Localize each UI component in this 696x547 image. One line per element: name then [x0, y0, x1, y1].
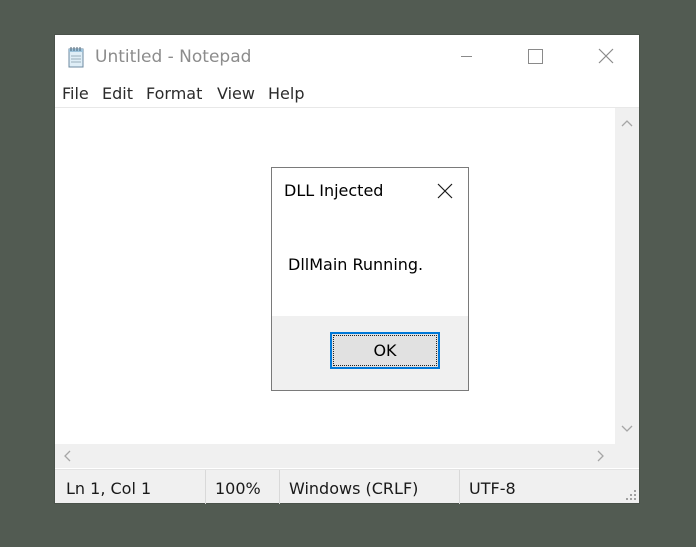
menu-view[interactable]: View — [217, 84, 255, 103]
window-title: Untitled - Notepad — [95, 47, 252, 67]
minimize-icon — [461, 56, 472, 57]
status-encoding: UTF-8 — [469, 479, 516, 498]
vertical-scrollbar[interactable] — [615, 108, 639, 444]
message-box-dialog: DLL Injected DllMain Running. OK — [271, 167, 469, 391]
scrollbar-corner — [615, 444, 639, 468]
dialog-message: DllMain Running. — [288, 255, 424, 274]
close-icon — [437, 183, 453, 199]
minimize-button[interactable] — [443, 35, 489, 79]
dialog-button-area: OK — [272, 316, 468, 390]
menu-format[interactable]: Format — [146, 84, 202, 103]
menu-help[interactable]: Help — [268, 84, 304, 103]
notepad-icon — [67, 46, 85, 68]
scroll-down-icon — [621, 425, 633, 432]
status-zoom: 100% — [215, 479, 261, 498]
horizontal-scrollbar[interactable] — [55, 444, 615, 468]
title-bar[interactable]: Untitled - Notepad — [55, 35, 639, 79]
maximize-button[interactable] — [513, 35, 559, 79]
maximize-icon — [528, 49, 543, 64]
status-cursor-position: Ln 1, Col 1 — [66, 479, 152, 498]
menu-edit[interactable]: Edit — [102, 84, 133, 103]
close-button[interactable] — [583, 35, 629, 79]
status-line-ending: Windows (CRLF) — [289, 479, 419, 498]
scroll-up-icon — [621, 120, 633, 127]
status-divider — [459, 470, 460, 504]
dialog-close-button[interactable] — [430, 178, 460, 204]
ok-button-label: OK — [373, 341, 397, 360]
scroll-right-icon — [597, 450, 604, 462]
close-icon — [598, 48, 614, 64]
status-divider — [279, 470, 280, 504]
resize-grip-icon[interactable] — [625, 489, 637, 501]
dialog-title: DLL Injected — [284, 181, 384, 200]
scroll-left-icon — [64, 450, 71, 462]
menu-bar: File Edit Format View Help — [55, 79, 639, 107]
status-divider — [205, 470, 206, 504]
ok-button[interactable]: OK — [330, 332, 440, 369]
menu-file[interactable]: File — [62, 84, 89, 103]
status-bar: Ln 1, Col 1 100% Windows (CRLF) UTF-8 — [55, 469, 639, 504]
